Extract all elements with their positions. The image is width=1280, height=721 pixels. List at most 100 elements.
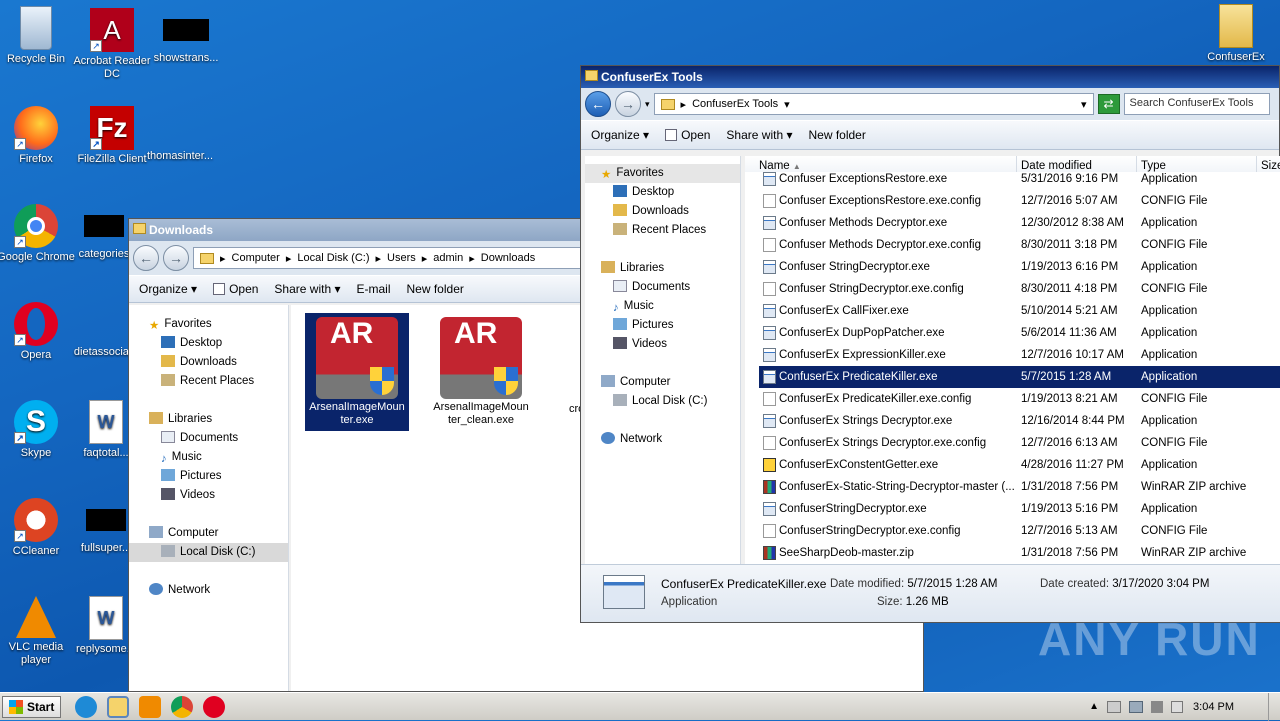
nav-network[interactable]: Network — [149, 581, 288, 600]
table-row[interactable]: ConfuserStringDecryptor.exe.config 12/7/2… — [759, 520, 1280, 542]
chrome-icon[interactable] — [171, 695, 194, 718]
table-row[interactable]: Confuser ExceptionsRestore.exe.config 12/… — [759, 190, 1280, 212]
desktop-icon-ccleaner[interactable]: ↗ CCleaner — [0, 498, 76, 558]
desktop-icon-acrobat[interactable]: A ↗ Acrobat Reader DC — [72, 8, 152, 81]
file-partial[interactable]: cro — [545, 313, 585, 416]
table-row[interactable]: ConfuserEx Strings Decryptor.exe 12/16/20… — [759, 410, 1280, 432]
row-name: ConfuserExConstentGetter.exe — [759, 454, 1017, 476]
start-button[interactable]: Start — [2, 695, 62, 718]
nav-music[interactable]: ♪ Music — [149, 448, 288, 467]
tools-titlebar[interactable]: ConfuserEx Tools — [581, 66, 1279, 88]
file-arsenal-image-mounter-clean[interactable]: AR ArsenalImageMoun ter_clean.exe — [429, 313, 533, 431]
nav-downloads[interactable]: Downloads — [585, 202, 740, 221]
email-button[interactable]: E-mail — [356, 282, 390, 296]
nav-desktop[interactable]: Desktop — [585, 183, 740, 202]
desktop-icon-recycle-bin[interactable]: Recycle Bin — [0, 6, 76, 66]
nav-desktop[interactable]: Desktop — [149, 334, 288, 353]
breadcrumb-item[interactable]: admin — [433, 252, 463, 264]
breadcrumb-item[interactable]: Users — [387, 252, 416, 264]
table-row[interactable]: ConfuserStringDecryptor.exe 1/19/2013 5:1… — [759, 498, 1280, 520]
nav-favorites[interactable]: ★ Favorites — [149, 315, 288, 334]
config-file-icon — [763, 238, 776, 252]
nav-videos[interactable]: Videos — [149, 486, 288, 505]
nav-favorites[interactable]: ★ Favorites — [585, 164, 740, 183]
table-row[interactable]: Confuser Methods Decryptor.exe 12/30/2012… — [759, 212, 1280, 234]
opera-icon[interactable] — [203, 695, 226, 718]
nav-pictures[interactable]: Pictures — [149, 467, 288, 486]
table-row[interactable]: ConfuserEx ExpressionKiller.exe 12/7/2016… — [759, 344, 1280, 366]
table-row[interactable]: ConfuserEx CallFixer.exe 5/10/2014 5:21 A… — [759, 300, 1280, 322]
nav-computer[interactable]: Computer — [585, 373, 740, 392]
nav-libraries[interactable]: Libraries — [585, 259, 740, 278]
new-folder-button[interactable]: New folder — [407, 282, 464, 296]
nav-pictures[interactable]: Pictures — [585, 316, 740, 335]
confuserex-tools-window[interactable]: ConfuserEx Tools ← → ▾ ▸ ConfuserEx Tool… — [580, 65, 1280, 623]
nav-music[interactable]: ♪ Music — [585, 297, 740, 316]
file-arsenal-image-mounter[interactable]: AR ArsenalImageMoun ter.exe — [305, 313, 409, 431]
open-button[interactable]: Open — [213, 282, 258, 296]
table-row[interactable]: ConfuserEx PredicateKiller.exe 5/7/2015 1… — [759, 366, 1280, 388]
row-type: Application — [1141, 459, 1198, 471]
share-with-button[interactable]: Share with ▾ — [726, 128, 792, 142]
nav-documents[interactable]: Documents — [149, 429, 288, 448]
table-row[interactable]: ConfuserExConstentGetter.exe 4/28/2016 11… — [759, 454, 1280, 476]
nav-documents[interactable]: Documents — [585, 278, 740, 297]
table-row[interactable]: Confuser Methods Decryptor.exe.config 8/3… — [759, 234, 1280, 256]
desktop-icon-thomasinter[interactable]: thomasinter... — [140, 106, 220, 163]
show-desktop-button[interactable] — [1268, 692, 1280, 721]
desktop-icon-confuserex-folder[interactable]: ConfuserEx — [1196, 4, 1276, 64]
action-center-icon[interactable] — [1107, 700, 1122, 713]
nav-local-disk[interactable]: Local Disk (C:) — [585, 392, 740, 411]
breadcrumb-item[interactable]: Local Disk (C:) — [297, 252, 369, 264]
table-row[interactable]: Confuser ExceptionsRestore.exe 5/31/2016 … — [759, 172, 1280, 190]
nav-recent-places[interactable]: Recent Places — [149, 372, 288, 391]
share-with-button[interactable]: Share with ▾ — [274, 282, 340, 296]
breadcrumb-item[interactable]: ConfuserEx Tools — [692, 98, 778, 110]
nav-local-disk[interactable]: Local Disk (C:) — [129, 543, 288, 562]
tray-expand-icon[interactable]: ▲ — [1089, 701, 1099, 712]
desktop-icon-firefox[interactable]: ↗ Firefox — [0, 106, 76, 166]
breadcrumb-item[interactable]: Computer — [232, 252, 280, 264]
nav-downloads[interactable]: Downloads — [149, 353, 288, 372]
desktop-icon-opera[interactable]: ↗ Opera — [0, 302, 76, 362]
internet-explorer-icon[interactable] — [75, 695, 98, 718]
nav-recent-places[interactable]: Recent Places — [585, 221, 740, 240]
desktop-icon-vlc[interactable]: VLC media player — [0, 596, 76, 667]
address-dropdown-icon[interactable]: ▾ — [1081, 98, 1087, 111]
refresh-button[interactable]: ⇄ — [1097, 94, 1120, 114]
table-row[interactable]: Confuser StringDecryptor.exe.config 8/30/… — [759, 278, 1280, 300]
desktop-icon-showstrans[interactable]: showstrans... — [146, 8, 226, 65]
clock[interactable]: 3:04 PM — [1193, 701, 1234, 713]
back-button[interactable]: ← — [585, 91, 611, 117]
forward-button[interactable]: → — [615, 91, 641, 117]
table-row[interactable]: ConfuserEx-Static-String-Decryptor-maste… — [759, 476, 1280, 498]
back-button[interactable]: ← — [133, 245, 159, 271]
nav-computer[interactable]: Computer — [149, 524, 288, 543]
volume-icon[interactable] — [1151, 700, 1164, 713]
desktop-icon-skype[interactable]: S ↗ Skype — [0, 400, 76, 460]
table-row[interactable]: SeeSharpDeob-master.zip 1/31/2018 7:56 PM… — [759, 542, 1280, 564]
new-folder-button[interactable]: New folder — [808, 128, 865, 142]
forward-button[interactable]: → — [163, 245, 189, 271]
table-row[interactable]: ConfuserEx Strings Decryptor.exe.config 1… — [759, 432, 1280, 454]
organize-button[interactable]: Organize ▾ — [591, 128, 649, 142]
flag-icon[interactable] — [1171, 700, 1184, 713]
nav-network[interactable]: Network — [585, 430, 740, 449]
breadcrumb[interactable]: ▸ ConfuserEx Tools ▾ ▾ — [653, 93, 1094, 115]
recent-pages-dropdown[interactable]: ▾ — [645, 99, 650, 110]
table-row[interactable]: ConfuserEx PredicateKiller.exe.config 1/1… — [759, 388, 1280, 410]
search-input[interactable]: Search ConfuserEx Tools — [1123, 93, 1270, 115]
organize-button[interactable]: Organize ▾ — [139, 282, 197, 296]
row-name: ConfuserStringDecryptor.exe.config — [759, 520, 1017, 542]
network-tray-icon[interactable] — [1129, 700, 1144, 713]
nav-libraries[interactable]: Libraries — [149, 410, 288, 429]
nav-videos[interactable]: Videos — [585, 335, 740, 354]
breadcrumb-item[interactable]: Downloads — [481, 252, 535, 264]
table-row[interactable]: ConfuserEx DupPopPatcher.exe 5/6/2014 11:… — [759, 322, 1280, 344]
ccleaner-icon: ↗ — [14, 498, 58, 542]
open-button[interactable]: Open — [665, 128, 710, 142]
chevron-down-icon[interactable]: ▾ — [784, 98, 790, 111]
file-explorer-icon[interactable] — [107, 695, 130, 718]
table-row[interactable]: Confuser StringDecryptor.exe 1/19/2013 6:… — [759, 256, 1280, 278]
media-player-icon[interactable] — [139, 695, 162, 718]
